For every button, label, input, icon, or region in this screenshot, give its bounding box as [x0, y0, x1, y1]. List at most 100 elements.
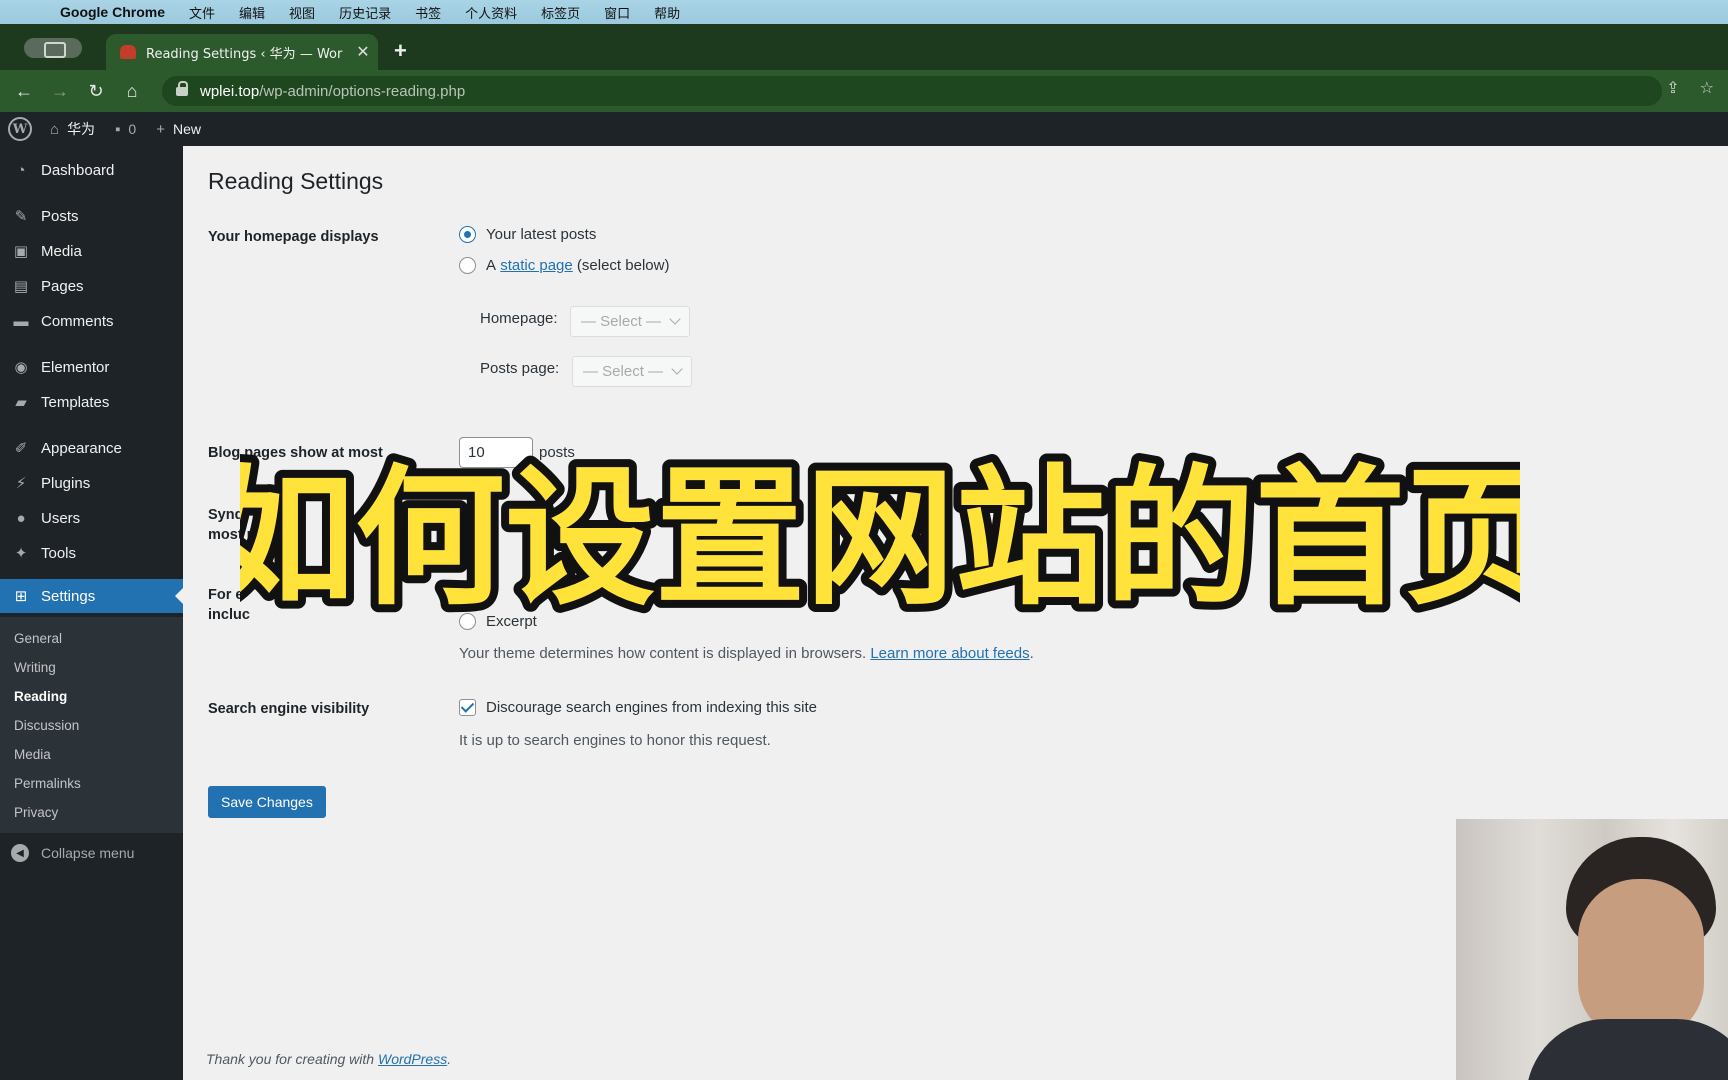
sidebar-item-tools[interactable]: ✦ Tools: [0, 536, 183, 570]
sidebar-item-elementor[interactable]: ◉ Elementor: [0, 350, 183, 384]
wordpress-logo-icon[interactable]: W: [8, 117, 32, 141]
search-visibility-label: Search engine visibility: [208, 701, 370, 717]
lock-icon[interactable]: [176, 80, 188, 96]
sidebar-item-label: Tools: [41, 544, 77, 562]
tab-close-icon[interactable]: ✕: [348, 42, 378, 62]
new-tab-icon[interactable]: +: [394, 38, 407, 64]
menubar-item-bookmarks[interactable]: 书签: [415, 3, 441, 22]
radio-static-page[interactable]: [459, 257, 476, 274]
sidebar-item-label: Users: [41, 509, 81, 527]
homepage-select-value: — Select —: [581, 313, 662, 330]
static-page-link[interactable]: static page: [500, 257, 573, 274]
user-icon: ●: [16, 509, 26, 527]
sidebar-item-pages[interactable]: ▤ Pages: [0, 269, 183, 303]
url-host: wplei.top: [200, 82, 260, 100]
sidebar-item-templates[interactable]: ▰ Templates: [0, 385, 183, 419]
menubar-item-view[interactable]: 视图: [289, 3, 315, 22]
sidebar-item-posts[interactable]: ✎ Posts: [0, 199, 183, 233]
save-changes-button[interactable]: Save Changes: [208, 786, 326, 818]
page-title: Reading Settings: [208, 168, 384, 194]
menubar-item-profiles[interactable]: 个人资料: [465, 3, 517, 22]
sidebar-item-label: Pages: [41, 277, 84, 295]
collapse-arrow-icon: ◀: [11, 844, 29, 862]
brush-icon: ✐: [14, 440, 28, 457]
menubar-item-file[interactable]: 文件: [189, 3, 215, 22]
discourage-search-checkbox[interactable]: [459, 699, 476, 716]
feed-description: Your theme determines how content is dis…: [459, 645, 1034, 662]
plugin-icon: ⚡: [15, 475, 27, 492]
tab-title: Reading Settings ‹ 华为 — Wor: [146, 46, 343, 62]
browser-toolbar: ← → ↻ ⌂ wplei.top/wp-admin/options-readi…: [0, 70, 1728, 112]
sidebar-item-comments[interactable]: ▬ Comments: [0, 304, 183, 338]
home-icon[interactable]: ⌂: [114, 81, 150, 102]
comment-count: 0: [128, 121, 137, 137]
submenu-item-permalinks[interactable]: Permalinks: [14, 776, 81, 791]
profile-switcher-icon[interactable]: [24, 38, 82, 58]
menubar-item-help[interactable]: 帮助: [654, 3, 680, 22]
wrench-icon: ✦: [14, 545, 28, 562]
sidebar-item-label: Appearance: [41, 439, 122, 457]
menubar-item-edit[interactable]: 编辑: [239, 3, 265, 22]
settings-icon: ⊞: [14, 588, 28, 605]
sidebar-item-label: Settings: [41, 587, 96, 605]
adminbar-site-link[interactable]: ⌂ 华为: [50, 119, 95, 139]
submenu-item-media[interactable]: Media: [14, 747, 51, 762]
sidebar-item-label: Comments: [41, 312, 114, 330]
admin-sidebar: ◔ Dashboard ✎ Posts ▣ Media ▤ Pages ▬ Co…: [0, 146, 183, 1080]
search-visibility-description: It is up to search engines to honor this…: [459, 732, 771, 749]
adminbar-comments[interactable]: ▪ 0: [115, 121, 136, 138]
plus-icon: +: [156, 120, 165, 138]
option-latest-posts-label: Your latest posts: [486, 226, 597, 243]
sidebar-item-plugins[interactable]: ⚡ Plugins: [0, 466, 183, 500]
option-static-page[interactable]: A static page (select below): [459, 257, 669, 274]
submenu-item-writing[interactable]: Writing: [14, 660, 56, 675]
bookmark-star-icon[interactable]: ☆: [1700, 78, 1714, 98]
pin-icon: ✎: [14, 208, 28, 225]
submenu-item-general[interactable]: General: [14, 631, 62, 646]
folder-icon: ▰: [15, 394, 27, 411]
radio-latest-posts[interactable]: [459, 226, 476, 243]
homepage-select[interactable]: — Select —: [570, 306, 690, 337]
browser-tab-active[interactable]: Reading Settings ‹ 华为 — Wor ✕: [106, 34, 378, 70]
option-latest-posts[interactable]: Your latest posts: [459, 226, 596, 243]
share-icon[interactable]: ⇪: [1666, 78, 1679, 98]
sidebar-item-media[interactable]: ▣ Media: [0, 234, 183, 268]
menubar-item-window[interactable]: 窗口: [604, 3, 630, 22]
forward-icon[interactable]: →: [42, 81, 78, 102]
posts-page-select[interactable]: — Select —: [572, 356, 692, 387]
caption-svg: 如何设置网站的首页: [197, 444, 1563, 634]
posts-page-select-label: Posts page:: [480, 360, 560, 377]
menubar-app-name[interactable]: Google Chrome: [60, 4, 165, 20]
submenu-item-discussion[interactable]: Discussion: [14, 718, 79, 733]
adminbar-new-label: New: [172, 121, 201, 137]
sidebar-item-settings[interactable]: ⊞ Settings: [0, 579, 183, 613]
media-icon: ▣: [13, 243, 29, 260]
sidebar-item-users[interactable]: ● Users: [0, 501, 183, 535]
discourage-search-label: Discourage search engines from indexing …: [486, 699, 818, 716]
sidebar-item-label: Plugins: [41, 474, 91, 492]
wordpress-footer-link[interactable]: WordPress: [378, 1051, 447, 1067]
address-bar[interactable]: wplei.top/wp-admin/options-reading.php: [162, 76, 1662, 106]
collapse-menu-button[interactable]: ◀ Collapse menu: [0, 838, 183, 868]
menubar-item-tab[interactable]: 标签页: [541, 3, 580, 22]
caption-text: 如何设置网站的首页: [240, 452, 1520, 626]
submenu-item-reading[interactable]: Reading: [14, 689, 67, 704]
submenu-item-privacy[interactable]: Privacy: [14, 805, 58, 820]
video-caption-overlay: 如何设置网站的首页: [197, 444, 1563, 634]
back-icon[interactable]: ←: [6, 81, 42, 102]
reload-icon[interactable]: ↻: [78, 81, 114, 102]
menubar-item-history[interactable]: 历史记录: [339, 3, 391, 22]
pages-icon: ▤: [13, 278, 29, 295]
admin-footer: Thank you for creating with WordPress.: [206, 1051, 452, 1067]
sidebar-item-label: Dashboard: [41, 161, 115, 179]
sidebar-item-appearance[interactable]: ✐ Appearance: [0, 431, 183, 465]
webcam-overlay: [1456, 819, 1728, 1080]
learn-more-feeds-link[interactable]: Learn more about feeds: [870, 645, 1029, 662]
search-visibility-row[interactable]: Discourage search engines from indexing …: [459, 699, 817, 716]
elementor-icon: ◉: [14, 359, 28, 376]
macos-menubar: Google Chrome 文件 编辑 视图 历史记录 书签 个人资料 标签页 …: [0, 0, 1728, 24]
homepage-displays-label: Your homepage displays: [208, 229, 379, 245]
sidebar-item-dashboard[interactable]: ◔ Dashboard: [0, 153, 183, 187]
adminbar-new[interactable]: + New: [156, 121, 201, 138]
option-static-prefix: A: [486, 257, 497, 274]
